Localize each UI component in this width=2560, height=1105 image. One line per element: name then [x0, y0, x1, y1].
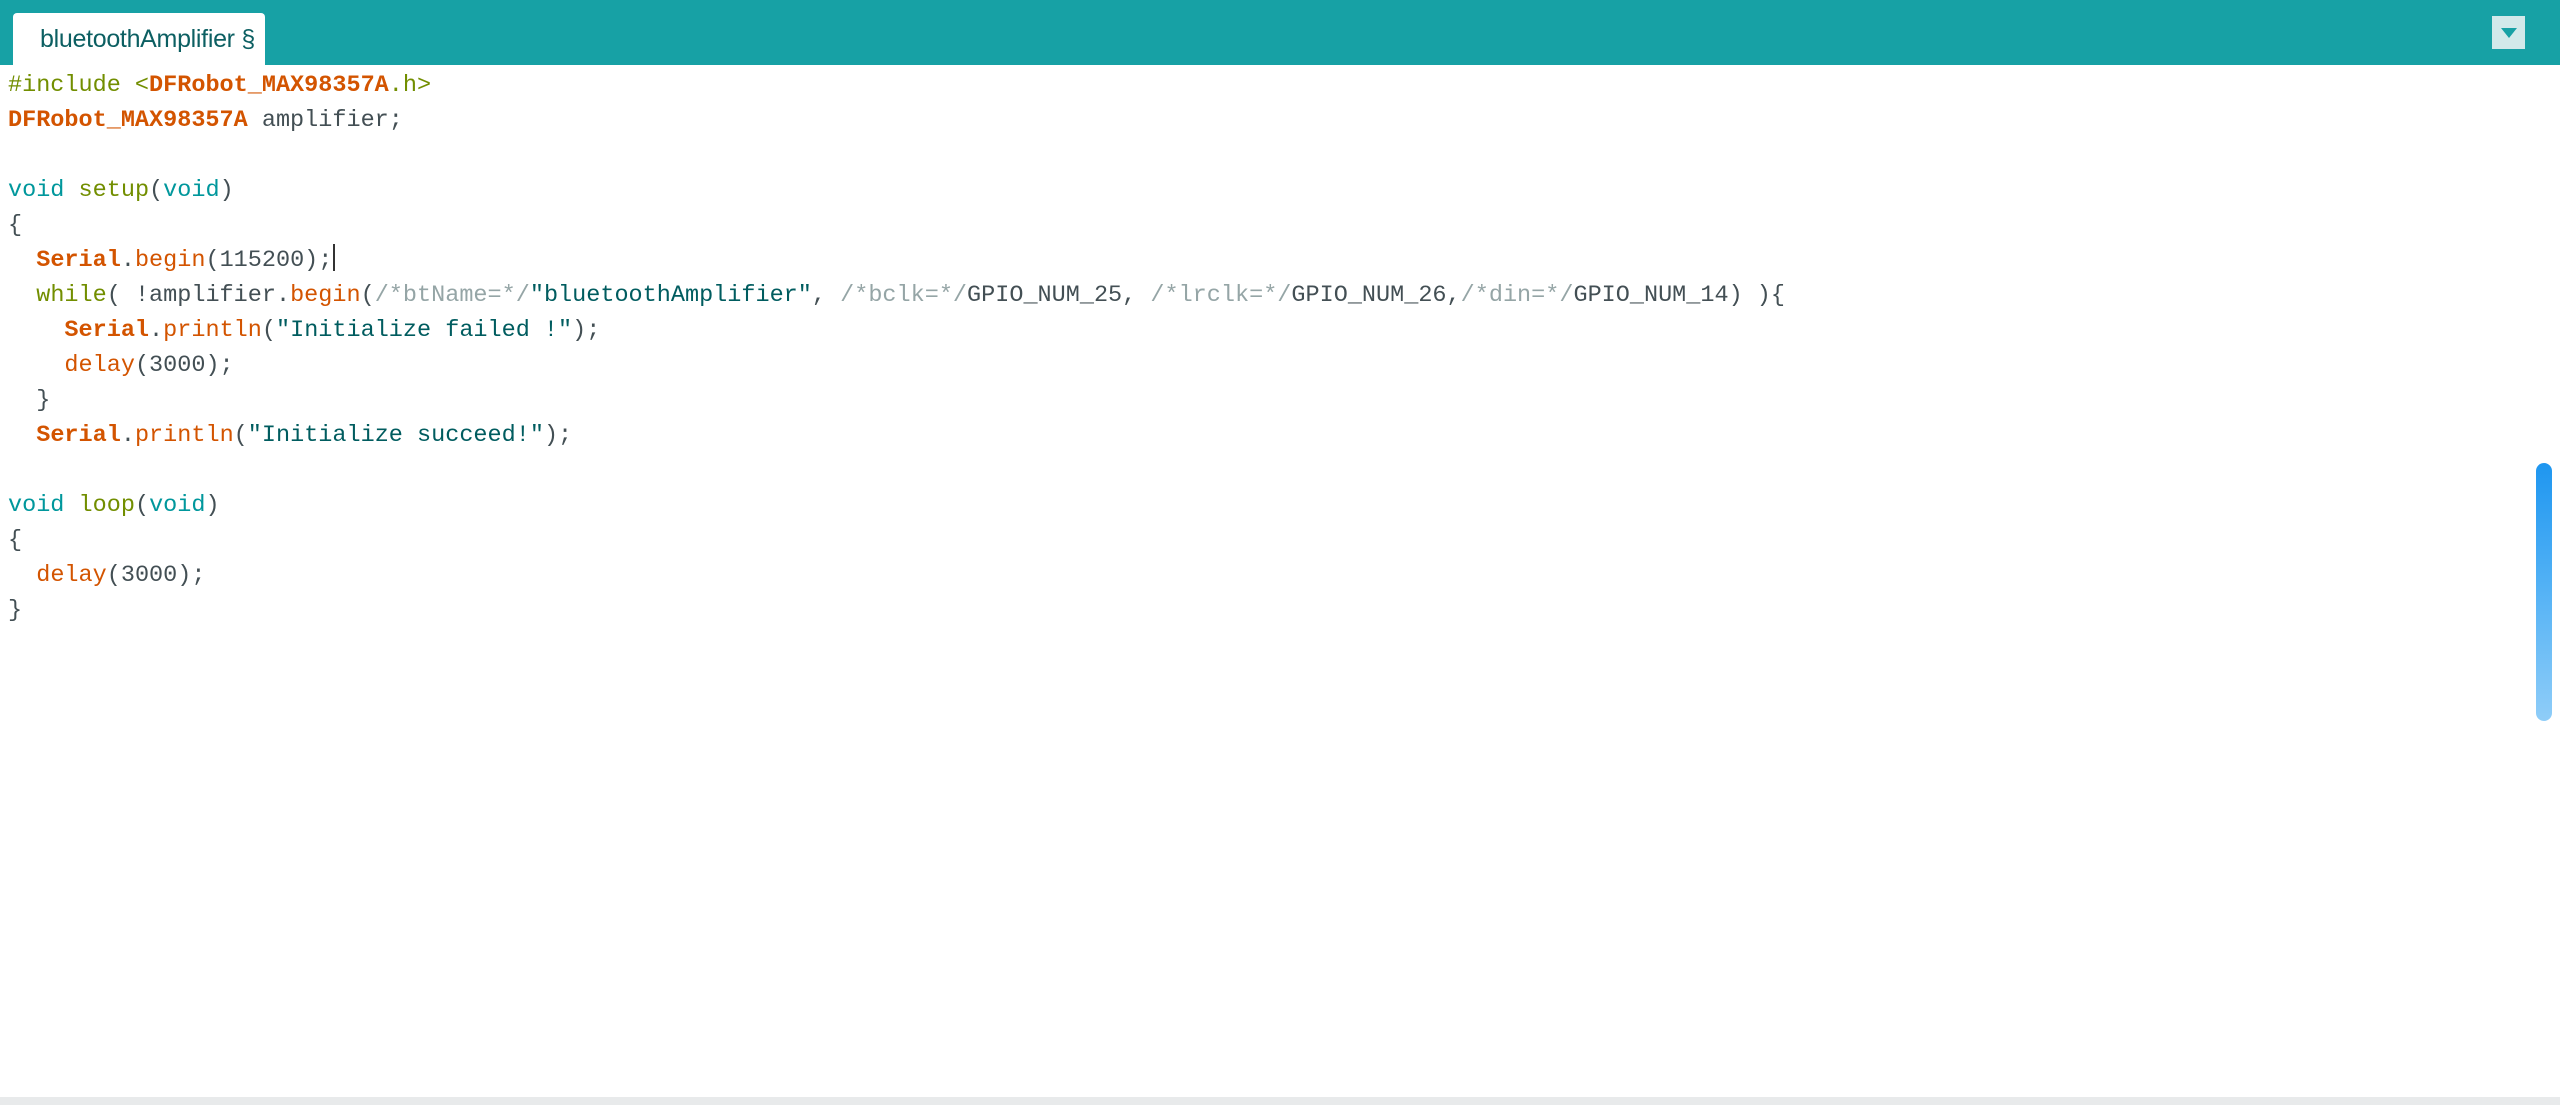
- code-plain: (: [134, 492, 150, 519]
- code-plain: .: [149, 317, 164, 344]
- code-line[interactable]: [8, 453, 1785, 488]
- code-plain: (: [233, 422, 248, 449]
- text-caret: [333, 244, 336, 271]
- code-line[interactable]: void loop(void): [8, 488, 1785, 523]
- code-comment: /*btName=*/: [374, 282, 530, 309]
- code-plain: GPIO_NUM_26,: [1291, 282, 1461, 309]
- code-keyword: #include: [8, 72, 135, 99]
- code-plain: [8, 317, 64, 344]
- code-line[interactable]: DFRobot_MAX98357A amplifier;: [8, 103, 1785, 138]
- code-function: println: [134, 422, 234, 449]
- code-line[interactable]: void setup(void): [8, 173, 1785, 208]
- horizontal-scrollbar[interactable]: [0, 1097, 2560, 1105]
- code-plain: .: [120, 247, 135, 274]
- code-plain: amplifier;: [247, 107, 403, 134]
- code-plain: [64, 177, 78, 204]
- code-plain: );: [543, 422, 573, 449]
- code-plain: );: [572, 317, 601, 344]
- code-plain: {: [8, 527, 23, 554]
- code-line[interactable]: while( !amplifier.begin(/*btName=*/"blue…: [8, 278, 1785, 313]
- code-keyword: loop: [78, 492, 135, 519]
- code-plain: [8, 282, 36, 309]
- code-comment: /*din=*/: [1460, 282, 1574, 309]
- code-plain: (: [261, 317, 276, 344]
- code-keyword: <: [134, 72, 150, 99]
- code-plain: [8, 422, 36, 449]
- code-function: begin: [290, 282, 361, 309]
- code-type: void: [163, 177, 220, 204]
- code-text[interactable]: #include <DFRobot_MAX98357A.h> DFRobot_MA…: [8, 68, 1785, 628]
- code-line[interactable]: {: [8, 208, 1785, 243]
- code-type: void: [8, 492, 65, 519]
- code-line[interactable]: }: [8, 383, 1785, 418]
- code-plain: .: [120, 422, 135, 449]
- code-line[interactable]: Serial.println("Initialize failed !");: [8, 313, 1785, 348]
- code-line[interactable]: Serial.println("Initialize succeed!");: [8, 418, 1785, 453]
- code-plain: [64, 492, 78, 519]
- code-class-name: Serial: [36, 247, 121, 274]
- code-function: delay: [64, 352, 135, 379]
- triangle-down-icon: [2500, 27, 2517, 38]
- code-type: void: [149, 492, 206, 519]
- code-plain: ): [205, 492, 220, 519]
- code-line[interactable]: delay(3000);: [8, 558, 1785, 593]
- code-plain: (115200);: [205, 247, 333, 274]
- code-plain: GPIO_NUM_14) ){: [1573, 282, 1786, 309]
- code-function: println: [163, 317, 262, 344]
- code-line[interactable]: #include <DFRobot_MAX98357A.h>: [8, 68, 1785, 103]
- code-plain: [8, 562, 36, 589]
- code-comment: /*bclk=*/: [840, 282, 968, 309]
- code-line[interactable]: }: [8, 593, 1785, 628]
- code-class-name: DFRobot_MAX98357A: [149, 72, 389, 99]
- code-line[interactable]: [8, 138, 1785, 173]
- code-plain: [8, 352, 64, 379]
- tab-label: bluetoothAmplifier §: [40, 24, 255, 53]
- code-plain: (: [360, 282, 375, 309]
- code-comment: /*lrclk=*/: [1150, 282, 1292, 309]
- code-type: void: [8, 177, 65, 204]
- code-plain: [8, 247, 36, 274]
- code-editor[interactable]: #include <DFRobot_MAX98357A.h> DFRobot_MA…: [0, 65, 2527, 1097]
- code-line[interactable]: {: [8, 523, 1785, 558]
- code-plain: GPIO_NUM_25,: [967, 282, 1151, 309]
- code-plain: (: [149, 177, 164, 204]
- code-plain: }: [8, 597, 23, 624]
- code-keyword: setup: [78, 177, 150, 204]
- code-class-name: Serial: [36, 422, 121, 449]
- arduino-editor-window: bluetoothAmplifier § #include <DFRobot_M…: [0, 0, 2560, 1105]
- code-keyword: while: [36, 282, 107, 309]
- code-plain: ): [219, 177, 234, 204]
- code-plain: ,: [811, 282, 841, 309]
- tab-bluetooth-amplifier[interactable]: bluetoothAmplifier §: [13, 13, 265, 65]
- code-string: "Initialize failed !": [275, 317, 573, 344]
- code-string: "bluetoothAmplifier": [529, 282, 812, 309]
- code-string: "Initialize succeed!": [247, 422, 544, 449]
- code-plain: {: [8, 212, 23, 239]
- tab-menu-button[interactable]: [2492, 16, 2525, 49]
- code-function: delay: [36, 562, 107, 589]
- code-plain: (3000);: [134, 352, 234, 379]
- code-line[interactable]: Serial.begin(115200);: [8, 243, 1785, 278]
- code-keyword: .h>: [388, 72, 432, 99]
- code-class-name: DFRobot_MAX98357A: [8, 107, 248, 134]
- code-line[interactable]: delay(3000);: [8, 348, 1785, 383]
- code-plain: (3000);: [106, 562, 206, 589]
- tab-bar: bluetoothAmplifier §: [0, 0, 2560, 65]
- code-plain: ( !amplifier.: [106, 282, 291, 309]
- code-class-name: Serial: [64, 317, 150, 344]
- vertical-scrollbar[interactable]: [2527, 65, 2560, 1097]
- code-function: begin: [134, 247, 206, 274]
- code-plain: }: [8, 387, 51, 414]
- vertical-scrollbar-thumb[interactable]: [2536, 463, 2552, 721]
